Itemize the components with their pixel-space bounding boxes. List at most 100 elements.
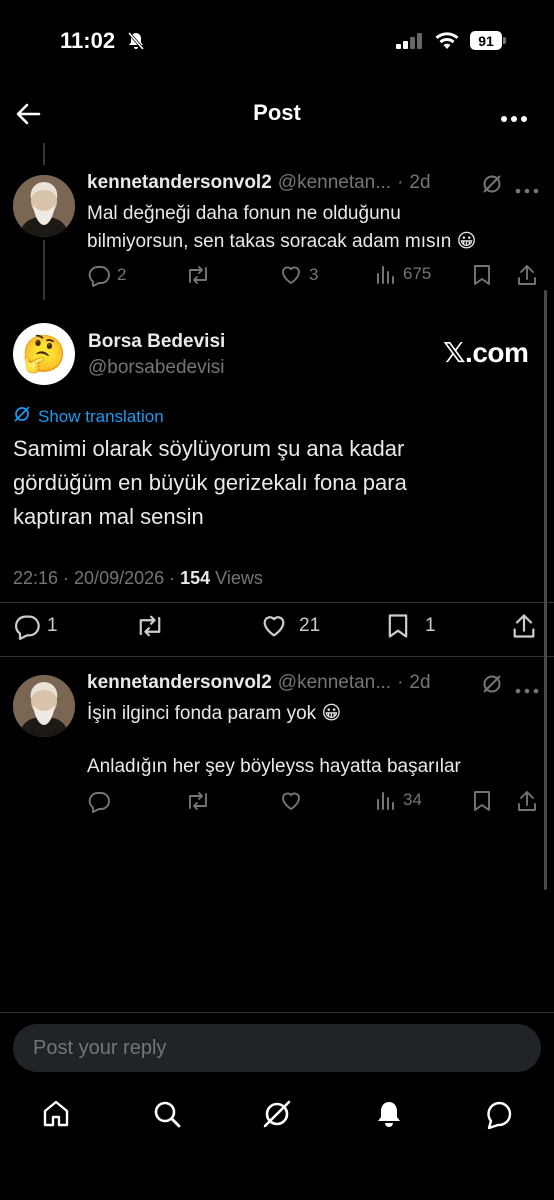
status-time: 11:02 [60,28,116,53]
scrollbar[interactable] [544,290,547,890]
show-translation-label: Show translation [38,406,164,426]
post-text-line: Mal değneği daha fonun ne olduğunu [87,203,401,224]
views-label: Views [210,568,263,588]
bookmark-button[interactable] [471,263,493,287]
reply-composer[interactable] [13,1024,541,1072]
avatar[interactable] [13,675,75,737]
divider [0,656,554,657]
divider [0,602,554,603]
battery-tip [503,37,506,44]
views-count: 675 [403,264,432,283]
thread-line-bottom [43,240,45,300]
share-icon [515,263,539,287]
reply-input[interactable] [31,1035,515,1061]
separator-dot: · [397,672,404,693]
wifi-icon [434,30,460,55]
like-count: 21 [299,615,321,636]
thread-line-top [43,143,45,165]
home-tab[interactable] [36,1096,76,1136]
author-name[interactable]: Borsa Bedevisi [88,331,225,353]
bell-icon [373,1098,405,1135]
views-count: 34 [403,790,422,809]
search-tab[interactable] [147,1096,187,1136]
reply-button[interactable]: 1 [13,612,58,640]
like-button[interactable] [279,789,303,813]
parent-reply-header: kennetandersonvol2 @kennetan... · 2d [87,172,431,194]
like-button[interactable]: 3 [279,263,318,287]
parent-reply-actions: 2 3 675 [87,263,542,289]
post-text: Mal değneği daha fonun ne olduğunu bilmi… [87,200,537,256]
separator-dot: · [397,172,404,193]
search-icon [151,1098,183,1135]
child-reply-header: kennetandersonvol2 @kennetan... · 2d [87,672,431,694]
repost-icon [185,263,211,287]
post-time[interactable]: 2d [409,672,430,694]
grok-icon[interactable] [481,673,503,700]
repost-button[interactable] [135,612,165,640]
messages-tab[interactable] [479,1096,519,1136]
main-post-actions: 1 21 1 [13,612,543,642]
heart-icon [279,789,303,813]
reply-count: 1 [47,615,58,636]
main-post-text: Samimi olarak söylüyorum şu ana kadar gö… [13,432,543,534]
page-title: Post [253,100,301,125]
post-text-line: İşin ilginci fonda param yok 😀 [87,703,342,724]
more-options-icon[interactable] [515,181,539,199]
chat-bubble-icon [483,1098,515,1135]
reply-icon [13,612,41,640]
author-handle[interactable]: @kennetan... [278,172,391,194]
bookmark-icon [385,612,411,640]
repost-button[interactable] [185,263,211,287]
grok-tab[interactable] [257,1096,297,1136]
heart-icon [259,612,289,640]
share-icon [510,612,538,640]
bookmark-icon [471,263,493,287]
author-name[interactable]: kennetandersonvol2 [87,672,272,694]
reply-icon [87,789,111,813]
author-handle[interactable]: @borsabedevisi [88,357,225,379]
repost-button[interactable] [185,789,211,813]
avatar[interactable] [13,175,75,237]
post-meta: 22:16 · 20/09/2026 · 154 Views [13,568,263,589]
divider [0,1012,554,1013]
bookmark-count: 1 [425,615,436,636]
heart-icon [279,263,303,287]
grok-icon [261,1098,293,1135]
post-timestamp[interactable]: 22:16 · 20/09/2026 · [13,568,180,588]
reply-button[interactable]: 2 [87,263,126,287]
like-button[interactable]: 21 [259,612,320,640]
more-options-icon[interactable] [500,110,528,128]
share-button[interactable] [515,263,539,287]
post-time[interactable]: 2d [409,172,430,194]
post-text-line: Anladığın her şey böyleyss hayatta başar… [87,756,461,777]
cellular-signal-icon [396,33,424,54]
views-count: 154 [180,568,211,588]
repost-icon [185,789,211,813]
post-text-line: bilmiyorsun, sen takas soracak adam mısı… [87,231,477,252]
home-icon [40,1098,72,1135]
avatar[interactable]: 🤔 [13,323,75,385]
views-icon [375,789,397,811]
mute-bell-icon [126,31,146,56]
bookmark-button[interactable] [471,789,493,813]
notifications-tab[interactable] [369,1096,409,1136]
views-button[interactable]: 34 [375,789,422,811]
more-options-icon[interactable] [515,681,539,699]
post-text-line: gördüğüm en büyük gerizekalı fona para [13,470,407,495]
views-icon [375,263,397,285]
share-button[interactable] [515,789,539,813]
grok-icon[interactable] [481,173,503,200]
translate-icon [13,405,31,428]
battery-indicator: 91 [470,31,502,50]
reply-icon [87,263,111,287]
post-text-line: kaptıran mal sensin [13,504,204,529]
show-translation-link[interactable]: Show translation [13,405,164,428]
share-button[interactable] [510,612,538,640]
x-logo: 𝕏.com [443,337,529,368]
author-name[interactable]: kennetandersonvol2 [87,172,272,194]
like-count: 3 [309,265,319,284]
reply-button[interactable] [87,789,111,813]
views-button[interactable]: 675 [375,263,431,285]
bookmark-button[interactable]: 1 [385,612,436,640]
author-handle[interactable]: @kennetan... [278,672,391,694]
